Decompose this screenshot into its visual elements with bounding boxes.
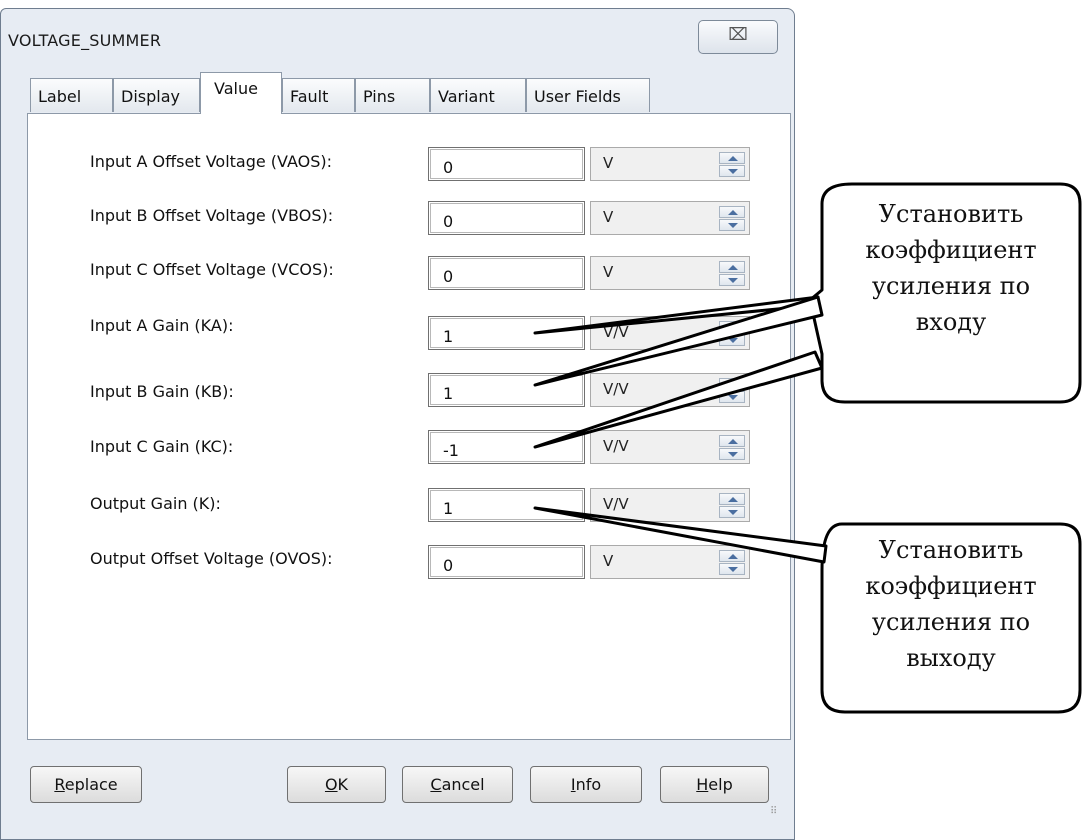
field-label: Input C Gain (KC): [90, 437, 234, 456]
spin-up-icon[interactable] [719, 378, 745, 390]
spin-down-icon[interactable] [719, 219, 745, 231]
tab-value[interactable]: Value [200, 72, 282, 114]
output-gain-callout-text: Установить коэффициент усиления по выход… [865, 536, 1037, 672]
tab-pins[interactable]: Pins [355, 78, 430, 112]
vbos-input[interactable]: 0 [428, 201, 585, 235]
replace-button[interactable]: Replace [30, 766, 142, 803]
spin-up-icon[interactable] [719, 550, 745, 562]
unit-selector[interactable]: V/V [590, 316, 750, 350]
vaos-input[interactable]: 0 [428, 147, 585, 181]
field-label: Output Offset Voltage (OVOS): [90, 549, 333, 568]
field-label: Input A Gain (KA): [90, 316, 234, 335]
spin-up-icon[interactable] [719, 206, 745, 218]
kb-input[interactable]: 1 [428, 373, 585, 407]
spin-down-icon[interactable] [719, 274, 745, 286]
info-button[interactable]: Info [530, 766, 642, 803]
ka-input[interactable]: 1 [428, 316, 585, 350]
field-label: Output Gain (K): [90, 494, 221, 513]
unit-selector[interactable]: V/V [590, 373, 750, 407]
tab-variant[interactable]: Variant [430, 78, 526, 112]
spinner [719, 321, 745, 346]
tab-fault[interactable]: Fault [282, 78, 355, 112]
spin-up-icon[interactable] [719, 261, 745, 273]
tab-label[interactable]: Label [30, 78, 113, 112]
spin-down-icon[interactable] [719, 563, 745, 575]
unit-selector[interactable]: V [590, 147, 750, 181]
title-bar[interactable]: VOLTAGE_SUMMER ⌧ [1, 9, 794, 61]
k-input[interactable]: 1 [428, 488, 585, 522]
help-button[interactable]: Help [660, 766, 769, 803]
spinner [719, 550, 745, 575]
unit-selector[interactable]: V [590, 256, 750, 290]
field-label: Input B Offset Voltage (VBOS): [90, 206, 334, 225]
spin-down-icon[interactable] [719, 334, 745, 346]
resize-grip-icon[interactable]: ⠿ [770, 806, 777, 817]
field-label: Input A Offset Voltage (VAOS): [90, 152, 333, 171]
tab-user-fields[interactable]: User Fields [526, 78, 650, 112]
vcos-input[interactable]: 0 [428, 256, 585, 290]
close-icon: ⌧ [728, 25, 748, 45]
unit-selector[interactable]: V/V [590, 430, 750, 464]
spin-up-icon[interactable] [719, 152, 745, 164]
spin-up-icon[interactable] [719, 493, 745, 505]
unit-selector[interactable]: V/V [590, 488, 750, 522]
window-title: VOLTAGE_SUMMER [8, 31, 162, 50]
spin-down-icon[interactable] [719, 506, 745, 518]
ok-button[interactable]: OK [287, 766, 386, 803]
field-label: Input C Offset Voltage (VCOS): [90, 260, 334, 279]
input-gain-callout-text: Установить коэффициент усиления по входу [865, 200, 1037, 336]
ovos-input[interactable]: 0 [428, 545, 585, 579]
spinner [719, 152, 745, 177]
kc-input[interactable]: -1 [428, 430, 585, 464]
spin-up-icon[interactable] [719, 321, 745, 333]
spin-up-icon[interactable] [719, 435, 745, 447]
spinner [719, 378, 745, 403]
unit-selector[interactable]: V [590, 545, 750, 579]
tab-display[interactable]: Display [113, 78, 200, 112]
spin-down-icon[interactable] [719, 165, 745, 177]
close-button[interactable]: ⌧ [698, 20, 778, 54]
spinner [719, 435, 745, 460]
unit-selector[interactable]: V [590, 201, 750, 235]
cancel-button[interactable]: Cancel [402, 766, 513, 803]
field-label: Input B Gain (KB): [90, 382, 234, 401]
spinner [719, 206, 745, 231]
spin-down-icon[interactable] [719, 391, 745, 403]
spin-down-icon[interactable] [719, 448, 745, 460]
spinner [719, 493, 745, 518]
spinner [719, 261, 745, 286]
